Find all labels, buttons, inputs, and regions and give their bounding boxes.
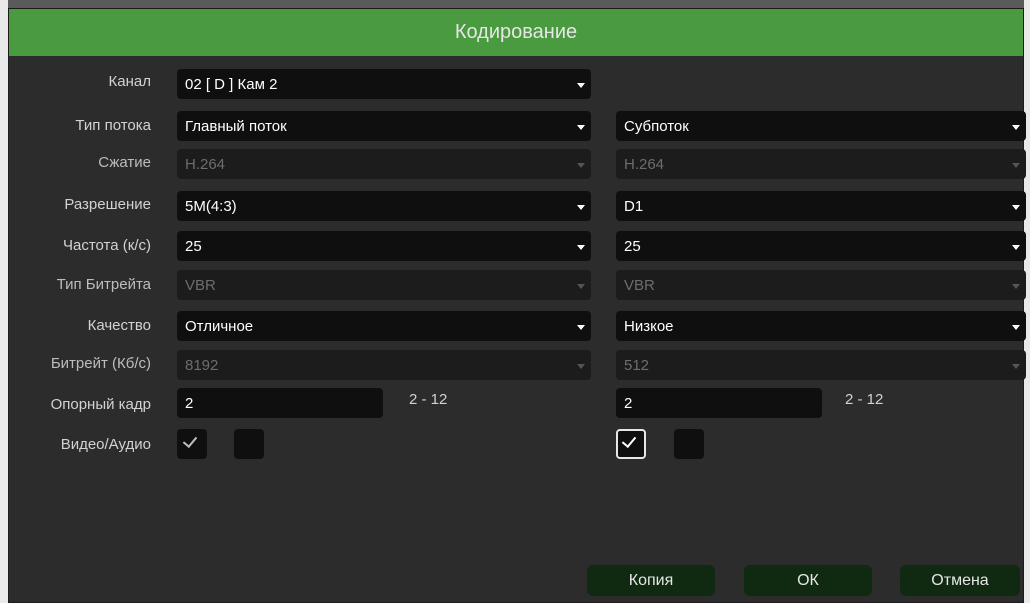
main-audio-checkbox[interactable] [234, 429, 264, 459]
sub-resolution-select[interactable]: D1 [616, 191, 1026, 221]
label-quality: Качество [87, 317, 151, 334]
main-framerate-select[interactable]: 25 [177, 231, 591, 261]
dropdown-arrow-icon [1012, 205, 1020, 210]
label-keyframe: Опорный кадр [50, 396, 151, 413]
main-resolution-select[interactable]: 5M(4:3) [177, 191, 591, 221]
copy-button[interactable]: Копия [587, 565, 715, 596]
label-framerate: Частота (к/с) [63, 237, 151, 254]
checkmark-icon [182, 432, 198, 449]
main-stream-type-value: Главный поток [185, 117, 287, 135]
top-strip [8, 0, 1024, 8]
main-bitrate-type-select: VBR [177, 270, 591, 300]
cancel-button[interactable]: Отмена [900, 565, 1020, 596]
label-video-audio: Видео/Аудио [60, 436, 151, 453]
main-keyframe-input[interactable]: 2 [177, 388, 383, 418]
main-bitrate-select: 8192 [177, 350, 591, 380]
dropdown-arrow-icon [577, 205, 585, 210]
dropdown-arrow-icon [577, 245, 585, 250]
main-quality-value: Отличное [185, 317, 254, 335]
encoding-dialog: Кодирование Канал Тип потока Сжатие Разр… [8, 8, 1026, 603]
sub-framerate-value: 25 [624, 237, 641, 255]
ok-button[interactable]: ОК [744, 565, 872, 596]
sub-keyframe-input[interactable]: 2 [616, 388, 822, 418]
sub-keyframe-range: 2 - 12 [845, 391, 884, 408]
sub-compression-select: H.264 [616, 149, 1026, 179]
dropdown-arrow-icon [1012, 125, 1020, 130]
dropdown-arrow-icon [577, 83, 585, 88]
dropdown-arrow-icon [1012, 163, 1020, 168]
label-resolution: Разрешение [64, 196, 151, 213]
dropdown-arrow-icon [577, 163, 585, 168]
main-bitrate-type-value: VBR [185, 276, 216, 294]
channel-select[interactable]: 02 [ D ] Кам 2 [177, 69, 591, 99]
dropdown-arrow-icon [577, 125, 585, 130]
main-keyframe-range: 2 - 12 [409, 391, 448, 408]
checkmark-icon [621, 432, 637, 449]
channel-value: 02 [ D ] Кам 2 [185, 75, 278, 93]
main-bitrate-value: 8192 [185, 356, 219, 374]
sub-video-checkbox[interactable] [616, 429, 646, 459]
main-framerate-value: 25 [185, 237, 202, 255]
dropdown-arrow-icon [1012, 284, 1020, 289]
sub-framerate-select[interactable]: 25 [616, 231, 1026, 261]
main-stream-type-select[interactable]: Главный поток [177, 111, 591, 141]
dropdown-arrow-icon [577, 325, 585, 330]
main-compression-select: H.264 [177, 149, 591, 179]
main-compression-value: H.264 [185, 155, 226, 173]
label-compression: Сжатие [98, 154, 151, 171]
sub-keyframe-value: 2 [624, 394, 633, 412]
label-bitrate-type: Тип Битрейта [56, 276, 151, 293]
sub-bitrate-value: 512 [624, 356, 650, 374]
dialog-title: Кодирование [9, 9, 1023, 56]
sub-bitrate-type-select: VBR [616, 270, 1026, 300]
main-keyframe-value: 2 [185, 394, 194, 412]
sub-resolution-value: D1 [624, 197, 644, 215]
main-video-checkbox[interactable] [177, 429, 207, 459]
sub-stream-type-select[interactable]: Субпоток [616, 111, 1026, 141]
label-stream-type: Тип потока [75, 117, 151, 134]
label-bitrate: Битрейт (Кб/с) [50, 355, 151, 372]
sub-compression-value: H.264 [624, 155, 665, 173]
dropdown-arrow-icon [577, 364, 585, 369]
dropdown-arrow-icon [1012, 364, 1020, 369]
sub-audio-checkbox[interactable] [674, 429, 704, 459]
sub-bitrate-select: 512 [616, 350, 1026, 380]
dropdown-arrow-icon [577, 284, 585, 289]
main-quality-select[interactable]: Отличное [177, 311, 591, 341]
main-resolution-value: 5M(4:3) [185, 197, 237, 215]
sub-bitrate-type-value: VBR [624, 276, 655, 294]
sub-quality-select[interactable]: Низкое [616, 311, 1026, 341]
dropdown-arrow-icon [1012, 325, 1020, 330]
dropdown-arrow-icon [1012, 245, 1020, 250]
sub-quality-value: Низкое [624, 317, 674, 335]
label-channel: Канал [108, 73, 151, 90]
sub-stream-type-value: Субпоток [624, 117, 689, 135]
